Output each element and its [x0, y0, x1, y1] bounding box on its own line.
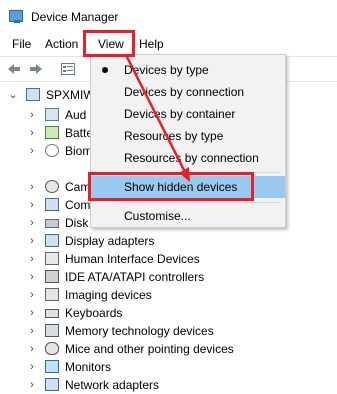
chevron-right-icon[interactable]: ›: [27, 196, 37, 214]
tree-item-label: Network adapters: [65, 378, 160, 392]
memory-device-icon: [45, 324, 59, 337]
menu-item-label: Devices by container: [124, 107, 236, 121]
chevron-right-icon[interactable]: ›: [27, 250, 37, 268]
menu-separator: [121, 202, 281, 203]
tree-item-label: Memory technology devices: [65, 324, 214, 338]
chevron-right-icon[interactable]: ›: [27, 304, 37, 322]
menu-help[interactable]: Help: [139, 37, 164, 51]
camera-icon: [45, 180, 59, 193]
tree-item-imaging-devices[interactable]: › Imaging devices: [0, 286, 337, 304]
back-arrow-icon[interactable]: [6, 61, 22, 77]
chevron-right-icon[interactable]: ›: [27, 142, 37, 160]
properties-icon[interactable]: [60, 61, 76, 77]
chevron-right-icon[interactable]: ›: [27, 124, 37, 142]
menu-file[interactable]: File: [12, 37, 31, 51]
monitor-icon: [45, 360, 59, 373]
radio-bullet-icon: [102, 67, 108, 73]
tree-item-mice[interactable]: › Mice and other pointing devices: [0, 340, 337, 358]
disk-drive-icon: [45, 219, 59, 228]
tree-item-label: Mice and other pointing devices: [65, 342, 234, 356]
menu-item-label: Resources by type: [124, 129, 224, 143]
keyboard-icon: [45, 309, 59, 318]
menu-item-label: Devices by connection: [124, 85, 245, 99]
tree-item-keyboards[interactable]: › Keyboards: [0, 304, 337, 322]
menu-item-label: Customise...: [124, 209, 191, 223]
menu-item-resources-by-connection[interactable]: Resources by connection: [91, 147, 285, 169]
tree-item-label: Human Interface Devices: [65, 252, 200, 266]
chevron-right-icon[interactable]: ›: [27, 358, 37, 376]
chevron-right-icon[interactable]: ›: [27, 286, 37, 304]
menu-action[interactable]: Action: [45, 37, 78, 51]
menu-bar: File Action View Help: [0, 34, 337, 56]
show-hidden-highlight-box: [88, 172, 254, 201]
tree-item-network-adapters[interactable]: › Network adapters: [0, 376, 337, 394]
window-title: Device Manager: [31, 10, 119, 24]
chevron-right-icon[interactable]: ›: [27, 106, 37, 124]
menu-item-resources-by-type[interactable]: Resources by type: [91, 125, 285, 147]
tree-item-monitors[interactable]: › Monitors: [0, 358, 337, 376]
network-adapter-icon: [45, 378, 59, 391]
tree-item-label: Biom: [65, 144, 93, 158]
view-menu-dropdown: Devices by type Devices by connection De…: [90, 54, 286, 228]
tree-item-ide-controllers[interactable]: › IDE ATA/ATAPI controllers: [0, 268, 337, 286]
title-bar: Device Manager: [0, 0, 337, 34]
speaker-icon: [45, 108, 59, 121]
forward-arrow-icon[interactable]: [28, 61, 44, 77]
chevron-right-icon[interactable]: ›: [27, 340, 37, 358]
computer-icon: [26, 88, 40, 101]
computer-icon: [45, 198, 59, 211]
hid-icon: [45, 252, 59, 265]
device-manager-icon: [9, 10, 23, 23]
menu-item-label: Resources by connection: [124, 151, 259, 165]
tree-item-label: Keyboards: [65, 306, 123, 320]
chevron-right-icon[interactable]: ›: [27, 322, 37, 340]
chevron-right-icon[interactable]: ›: [27, 376, 37, 394]
mouse-icon: [45, 342, 59, 355]
tree-item-label: Monitors: [65, 360, 112, 374]
view-menu-highlight-box: [83, 30, 135, 57]
menu-item-devices-by-container[interactable]: Devices by container: [91, 103, 285, 125]
fingerprint-icon: [45, 144, 59, 157]
tree-item-label: Imaging devices: [65, 288, 152, 302]
tree-root-label: SPXMIW: [46, 88, 95, 102]
menu-item-devices-by-type[interactable]: Devices by type: [91, 59, 285, 81]
chevron-right-icon[interactable]: ›: [27, 178, 37, 196]
tree-item-label: Aud: [65, 108, 87, 122]
menu-item-label: Devices by type: [124, 63, 209, 77]
tree-item-label: Cam: [65, 180, 91, 194]
ide-controller-icon: [45, 270, 59, 283]
tree-item-display-adapters[interactable]: › Display adapters: [0, 232, 337, 250]
tree-item-human-interface-devices[interactable]: › Human Interface Devices: [0, 250, 337, 268]
display-adapter-icon: [45, 234, 59, 247]
menu-item-customise[interactable]: Customise...: [91, 205, 285, 227]
battery-icon: [45, 126, 59, 139]
imaging-device-icon: [45, 288, 59, 301]
chevron-down-icon[interactable]: ⌄: [8, 86, 18, 104]
tree-item-label: IDE ATA/ATAPI controllers: [65, 270, 205, 284]
tree-item-label: Disk: [65, 216, 89, 230]
tree-item-label: Batte: [65, 126, 94, 140]
tree-item-memory-technology-devices[interactable]: › Memory technology devices: [0, 322, 337, 340]
menu-item-devices-by-connection[interactable]: Devices by connection: [91, 81, 285, 103]
chevron-right-icon[interactable]: ›: [27, 268, 37, 286]
chevron-right-icon[interactable]: ›: [27, 232, 37, 250]
tree-item-label: Display adapters: [65, 234, 155, 248]
tree-item-label: Com: [65, 198, 91, 212]
chevron-right-icon[interactable]: ›: [27, 214, 37, 232]
